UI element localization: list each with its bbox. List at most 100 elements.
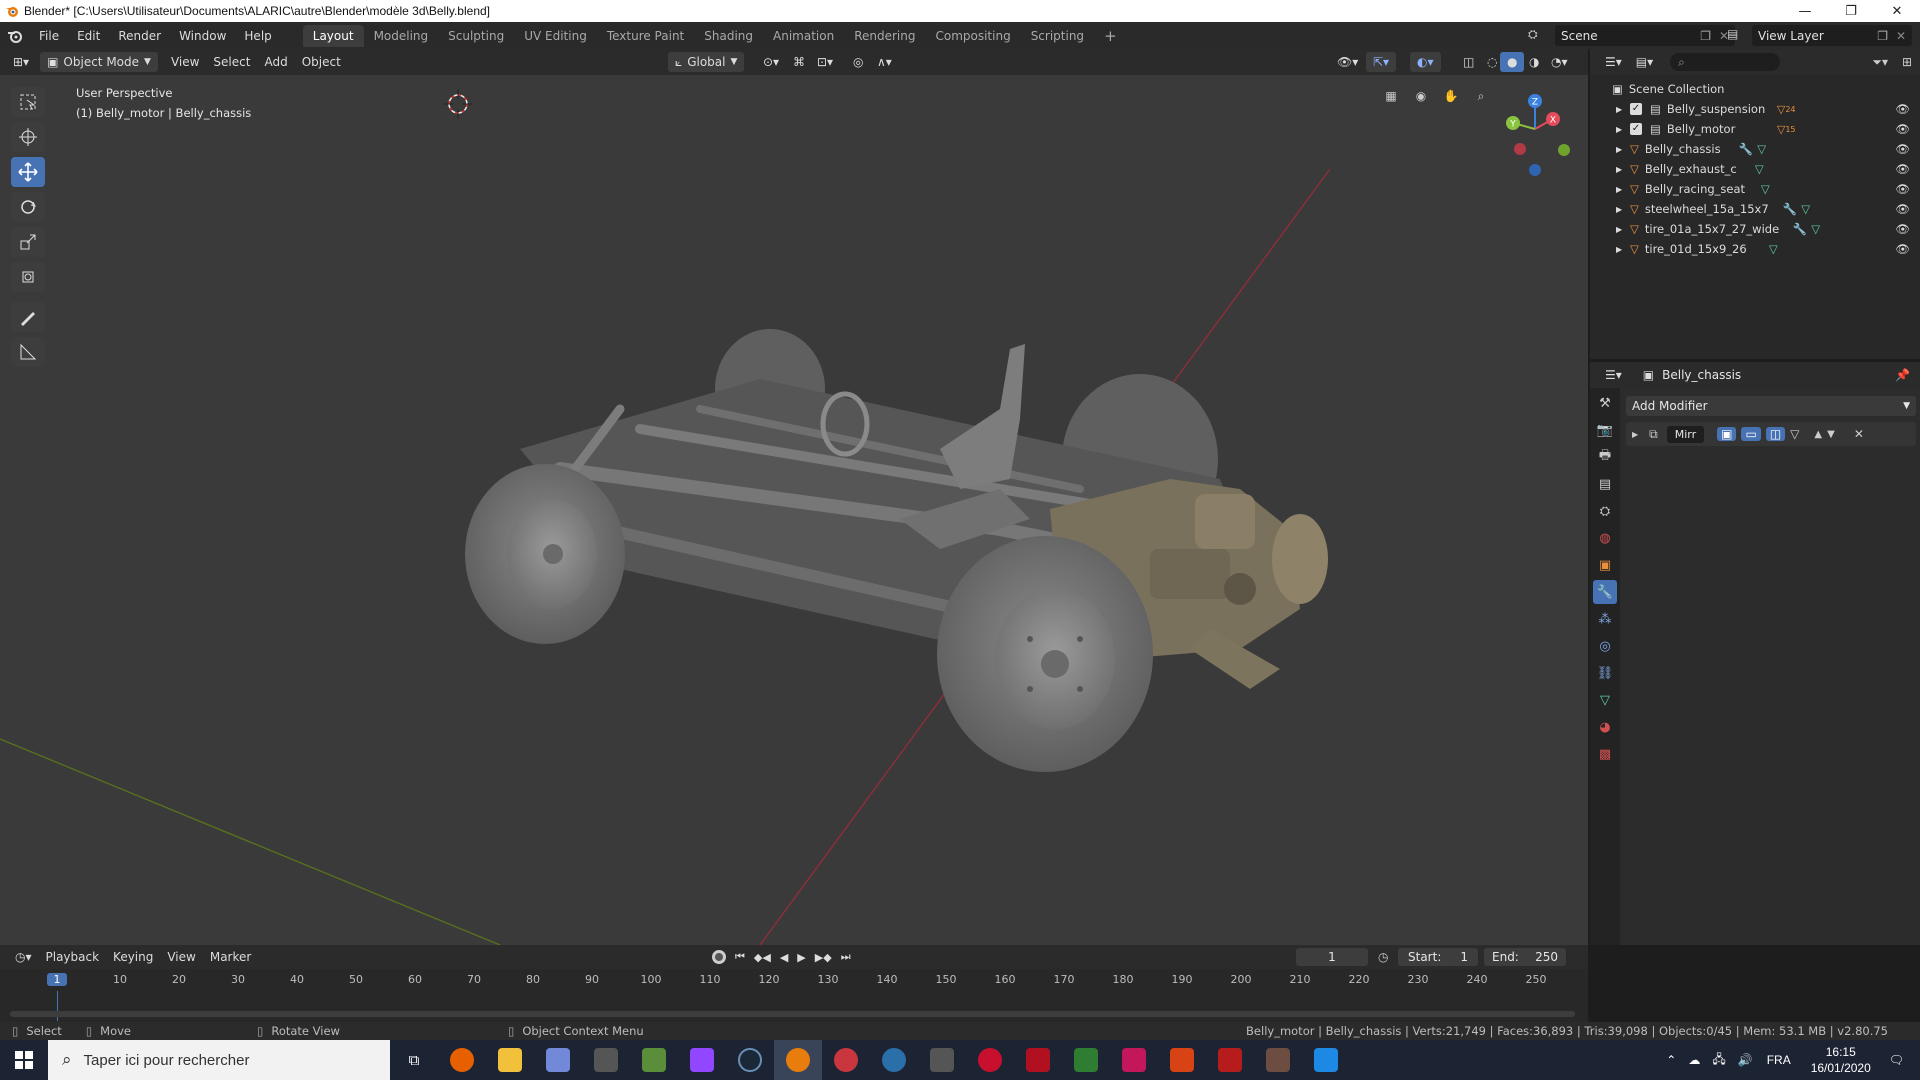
world-tab-icon[interactable]: ◍ [1593, 526, 1617, 550]
language-indicator[interactable]: FRA [1767, 1053, 1791, 1067]
visibility-eye-icon[interactable]: 👁 [1895, 222, 1910, 236]
clock[interactable]: 16:15 16/01/2020 [1811, 1044, 1871, 1076]
3d-viewport[interactable]: Z X Y User Perspective (1) Belly_motor |… [0, 49, 1588, 945]
new-collection-icon[interactable]: ⊞ [1902, 55, 1912, 69]
scale-tool-icon[interactable] [11, 227, 45, 257]
discord-icon[interactable] [534, 1040, 582, 1080]
zoom-icon[interactable]: ⌕ [1470, 85, 1492, 107]
modifier-tab-icon[interactable]: 🔧 [1593, 580, 1617, 604]
viewport-menu-add[interactable]: Add [257, 52, 294, 72]
expand-arrow-icon[interactable]: ▶ [1616, 245, 1630, 254]
show-in-render-icon[interactable]: ▭ [1741, 427, 1761, 441]
timeline-editor-type-icon[interactable]: ◷▾ [8, 947, 39, 967]
solid-shading-icon[interactable]: ● [1500, 52, 1525, 72]
texture-tab-icon[interactable]: ▩ [1593, 742, 1617, 766]
outliner-row[interactable]: ▶ ▽ Belly_racing_seat ▽ 👁 [1590, 179, 1920, 199]
move-tool-icon[interactable] [11, 157, 45, 187]
jump-keyframe-back-icon[interactable]: ◆◀ [754, 951, 771, 964]
outliner-search-input[interactable]: ⌕ [1670, 53, 1781, 71]
3d-cursor-icon[interactable] [443, 89, 473, 119]
app-icon[interactable] [582, 1040, 630, 1080]
current-frame-marker[interactable]: 1 [47, 973, 67, 986]
outliner-row[interactable]: ▶ ✓ ▤ Belly_motor ▽ 15 👁 [1590, 119, 1920, 139]
cursor-tool-icon[interactable] [11, 122, 45, 152]
modifier-name-field[interactable]: Mirr [1666, 425, 1705, 443]
transform-tool-icon[interactable] [11, 262, 45, 292]
app-icon[interactable] [1206, 1040, 1254, 1080]
tool-settings-tab-icon[interactable]: ⚒ [1593, 391, 1617, 415]
camera-view-icon[interactable]: ◉ [1410, 85, 1432, 107]
tab-animation[interactable]: Animation [763, 25, 844, 47]
navigation-gizmo[interactable]: Z X Y [1506, 94, 1570, 176]
expand-arrow-icon[interactable]: ▶ [1632, 430, 1638, 439]
display-mode-icon[interactable]: ▤▾ [1629, 52, 1660, 72]
tab-scripting[interactable]: Scripting [1021, 25, 1094, 47]
close-button[interactable]: ✕ [1874, 0, 1920, 22]
app-icon[interactable] [870, 1040, 918, 1080]
visibility-eye-icon[interactable]: 👁 [1895, 162, 1910, 176]
measure-tool-icon[interactable] [11, 337, 45, 367]
move-up-icon[interactable]: ▲ [1814, 429, 1822, 440]
tab-compositing[interactable]: Compositing [925, 25, 1020, 47]
tab-sculpting[interactable]: Sculpting [438, 25, 514, 47]
constraints-tab-icon[interactable]: ⛓ [1593, 661, 1617, 685]
preview-range-icon[interactable]: ◷ [1378, 950, 1388, 964]
add-workspace-button[interactable]: + [1094, 25, 1127, 47]
scene-collection-row[interactable]: ▣ Scene Collection [1590, 79, 1920, 99]
falloff-icon[interactable]: ∧▾ [870, 52, 899, 72]
physics-tab-icon[interactable]: ◎ [1593, 634, 1617, 658]
menu-edit[interactable]: Edit [68, 25, 109, 47]
viewport-menu-select[interactable]: Select [206, 52, 257, 72]
view-layer-new-icon[interactable]: ❐ [1877, 29, 1888, 43]
transform-orientation-selector[interactable]: ⟀ Global ▼ [668, 52, 745, 72]
view-layer-tab-icon[interactable]: ▤ [1593, 472, 1617, 496]
timeline-menu-marker[interactable]: Marker [203, 947, 258, 967]
end-frame-field[interactable]: End: 250 [1484, 948, 1566, 966]
visibility-selector-icon[interactable]: 👁▾ [1330, 52, 1365, 72]
tab-layout[interactable]: Layout [302, 24, 364, 47]
checkbox-icon[interactable]: ✓ [1630, 123, 1642, 135]
visibility-eye-icon[interactable]: 👁 [1895, 122, 1910, 136]
app-icon[interactable] [1254, 1040, 1302, 1080]
menu-help[interactable]: Help [235, 25, 280, 47]
twitch-icon[interactable] [678, 1040, 726, 1080]
timeline-menu-view[interactable]: View [160, 947, 202, 967]
show-in-edit-cage-icon[interactable]: ▣ [1717, 427, 1737, 441]
outliner-row[interactable]: ▶ ✓ ▤ Belly_suspension ▽ 24 👁 [1590, 99, 1920, 119]
volume-icon[interactable]: 🔊 [1738, 1053, 1753, 1067]
visibility-eye-icon[interactable]: 👁 [1895, 182, 1910, 196]
object-tab-icon[interactable]: ▣ [1593, 553, 1617, 577]
play-icon[interactable]: ▶ [797, 951, 805, 964]
expand-arrow-icon[interactable]: ▶ [1616, 125, 1630, 134]
blender-taskbar-icon[interactable] [774, 1040, 822, 1080]
app-icon[interactable] [1110, 1040, 1158, 1080]
viewport-menu-object[interactable]: Object [295, 52, 348, 72]
outliner-row[interactable]: ▶ ▽ steelwheel_15a_15x7 🔧 ▽ 👁 [1590, 199, 1920, 219]
xray-toggle-icon[interactable]: ◫ [1456, 52, 1481, 72]
viewport-canvas[interactable]: Z X Y [0, 49, 1588, 945]
expand-arrow-icon[interactable]: ▶ [1616, 145, 1630, 154]
mesh-data-tab-icon[interactable]: ▽ [1593, 688, 1617, 712]
view-layer-remove-icon[interactable]: ✕ [1896, 29, 1906, 43]
show-in-viewport-icon[interactable]: ◫ [1765, 427, 1786, 441]
rendered-shading-icon[interactable]: ◔▾ [1544, 52, 1575, 72]
scene-type-icon[interactable]: ⛭ [1528, 27, 1538, 42]
restore-button[interactable]: ❐ [1828, 0, 1874, 22]
visibility-eye-icon[interactable]: 👁 [1895, 202, 1910, 216]
app-icon[interactable] [1014, 1040, 1062, 1080]
blender-menu-icon[interactable] [0, 28, 30, 44]
visibility-eye-icon[interactable]: 👁 [1895, 102, 1910, 116]
pin-icon[interactable]: 📌 [1895, 368, 1910, 382]
minecraft-icon[interactable] [630, 1040, 678, 1080]
remove-modifier-icon[interactable]: ✕ [1854, 427, 1864, 441]
checkbox-icon[interactable]: ✓ [1630, 103, 1642, 115]
snap-target-icon[interactable]: ⊡▾ [810, 52, 840, 72]
app-icon[interactable] [1158, 1040, 1206, 1080]
scene-tab-icon[interactable]: ⛭ [1593, 499, 1617, 523]
minimize-button[interactable]: — [1782, 0, 1828, 22]
particles-tab-icon[interactable]: ⁂ [1593, 607, 1617, 631]
tab-shading[interactable]: Shading [694, 25, 763, 47]
material-tab-icon[interactable]: ◕ [1593, 715, 1617, 739]
outliner-row[interactable]: ▶ ▽ Belly_exhaust_c ▽ 👁 [1590, 159, 1920, 179]
grid-toggle-icon[interactable]: ▦ [1380, 85, 1402, 107]
